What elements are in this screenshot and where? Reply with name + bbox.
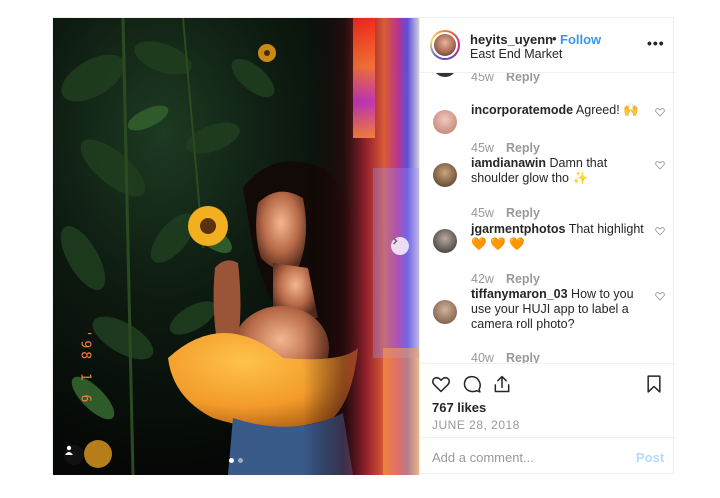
- comment-heart-icon[interactable]: [655, 226, 665, 236]
- share-icon[interactable]: [492, 374, 512, 394]
- comment-meta: 45w Reply: [471, 141, 540, 155]
- comment-age: 45w: [471, 206, 494, 220]
- sunflower: [188, 206, 228, 246]
- comment-age: 45w: [471, 73, 494, 84]
- carousel-dot-active: [229, 458, 234, 463]
- post-header: heyits_uyenn • Follow East End Market ••…: [420, 18, 675, 73]
- commenter-avatar[interactable]: [433, 73, 457, 77]
- comment-text: iamdianawin Damn that shoulder glow tho …: [471, 156, 651, 186]
- next-arrow-icon: [392, 237, 398, 245]
- reply-button[interactable]: Reply: [506, 73, 540, 84]
- comment-meta: 45w Reply: [471, 73, 540, 84]
- comment-text: tiffanymaron_03 How to you use your HUJI…: [471, 287, 651, 332]
- commenter-avatar[interactable]: [433, 110, 457, 134]
- comments-list: 45w Reply incorporatemode Agreed! 🙌 45w Re…: [420, 73, 675, 363]
- comment-username[interactable]: tiffanymaron_03: [471, 287, 568, 301]
- comment-text: jgarmentphotos That highlight 🧡 🧡 🧡: [471, 222, 651, 252]
- reply-button[interactable]: Reply: [506, 351, 540, 363]
- avatar[interactable]: [430, 30, 460, 60]
- commenter-avatar[interactable]: [433, 229, 457, 253]
- post-date: JUNE 28, 2018: [432, 418, 520, 432]
- comment-icon[interactable]: [462, 374, 482, 394]
- follow-button[interactable]: Follow: [560, 32, 601, 47]
- photo-scene: [60, 18, 419, 475]
- commenter-avatar[interactable]: [433, 300, 457, 324]
- post-photo[interactable]: '98 1 6: [53, 18, 419, 475]
- date-stamp-text: '98 1 6: [77, 329, 93, 406]
- reply-button[interactable]: Reply: [506, 141, 540, 155]
- more-options-icon[interactable]: •••: [647, 35, 665, 51]
- post-username[interactable]: heyits_uyenn: [470, 32, 553, 47]
- comment-heart-icon[interactable]: [655, 107, 665, 117]
- comment-age: 42w: [471, 272, 494, 286]
- likes-count[interactable]: 767 likes: [432, 400, 486, 415]
- comment-age: 45w: [471, 141, 494, 155]
- reply-button[interactable]: Reply: [506, 272, 540, 286]
- comment-input[interactable]: [432, 448, 622, 466]
- like-icon[interactable]: [431, 374, 451, 394]
- post-actions: 767 likes JUNE 28, 2018 Post: [420, 363, 675, 475]
- post-location[interactable]: East End Market: [470, 47, 562, 61]
- comment-username[interactable]: iamdianawin: [471, 156, 546, 170]
- comment-body: Agreed! 🙌: [575, 103, 639, 117]
- carousel-dot: [238, 458, 243, 463]
- carousel-dots: [229, 458, 243, 463]
- post-comment-button[interactable]: Post: [636, 450, 664, 465]
- comment-text: incorporatemode Agreed! 🙌: [471, 103, 651, 118]
- next-photo-button[interactable]: [391, 237, 409, 255]
- comment-heart-icon[interactable]: [655, 160, 665, 170]
- comment-meta: 42w Reply: [471, 272, 540, 286]
- comment-username[interactable]: incorporatemode: [471, 103, 573, 117]
- post-sidebar: heyits_uyenn • Follow East End Market ••…: [419, 18, 675, 475]
- comment-meta: 40w Reply: [471, 351, 540, 363]
- comment-meta: 45w Reply: [471, 206, 540, 220]
- reply-button[interactable]: Reply: [506, 206, 540, 220]
- separator-dot: •: [552, 31, 557, 46]
- instagram-post: '98 1 6 heyits_uyenn • Follow East End M…: [52, 17, 675, 475]
- add-comment-bar: Post: [420, 437, 675, 476]
- save-icon[interactable]: [644, 374, 664, 394]
- commenter-avatar[interactable]: [433, 163, 457, 187]
- photo-date-stamp: '98 1 6: [75, 330, 93, 410]
- comment-username[interactable]: jgarmentphotos: [471, 222, 565, 236]
- comment-age: 40w: [471, 351, 494, 363]
- user-tag-icon[interactable]: [64, 445, 84, 465]
- comment-heart-icon[interactable]: [655, 291, 665, 301]
